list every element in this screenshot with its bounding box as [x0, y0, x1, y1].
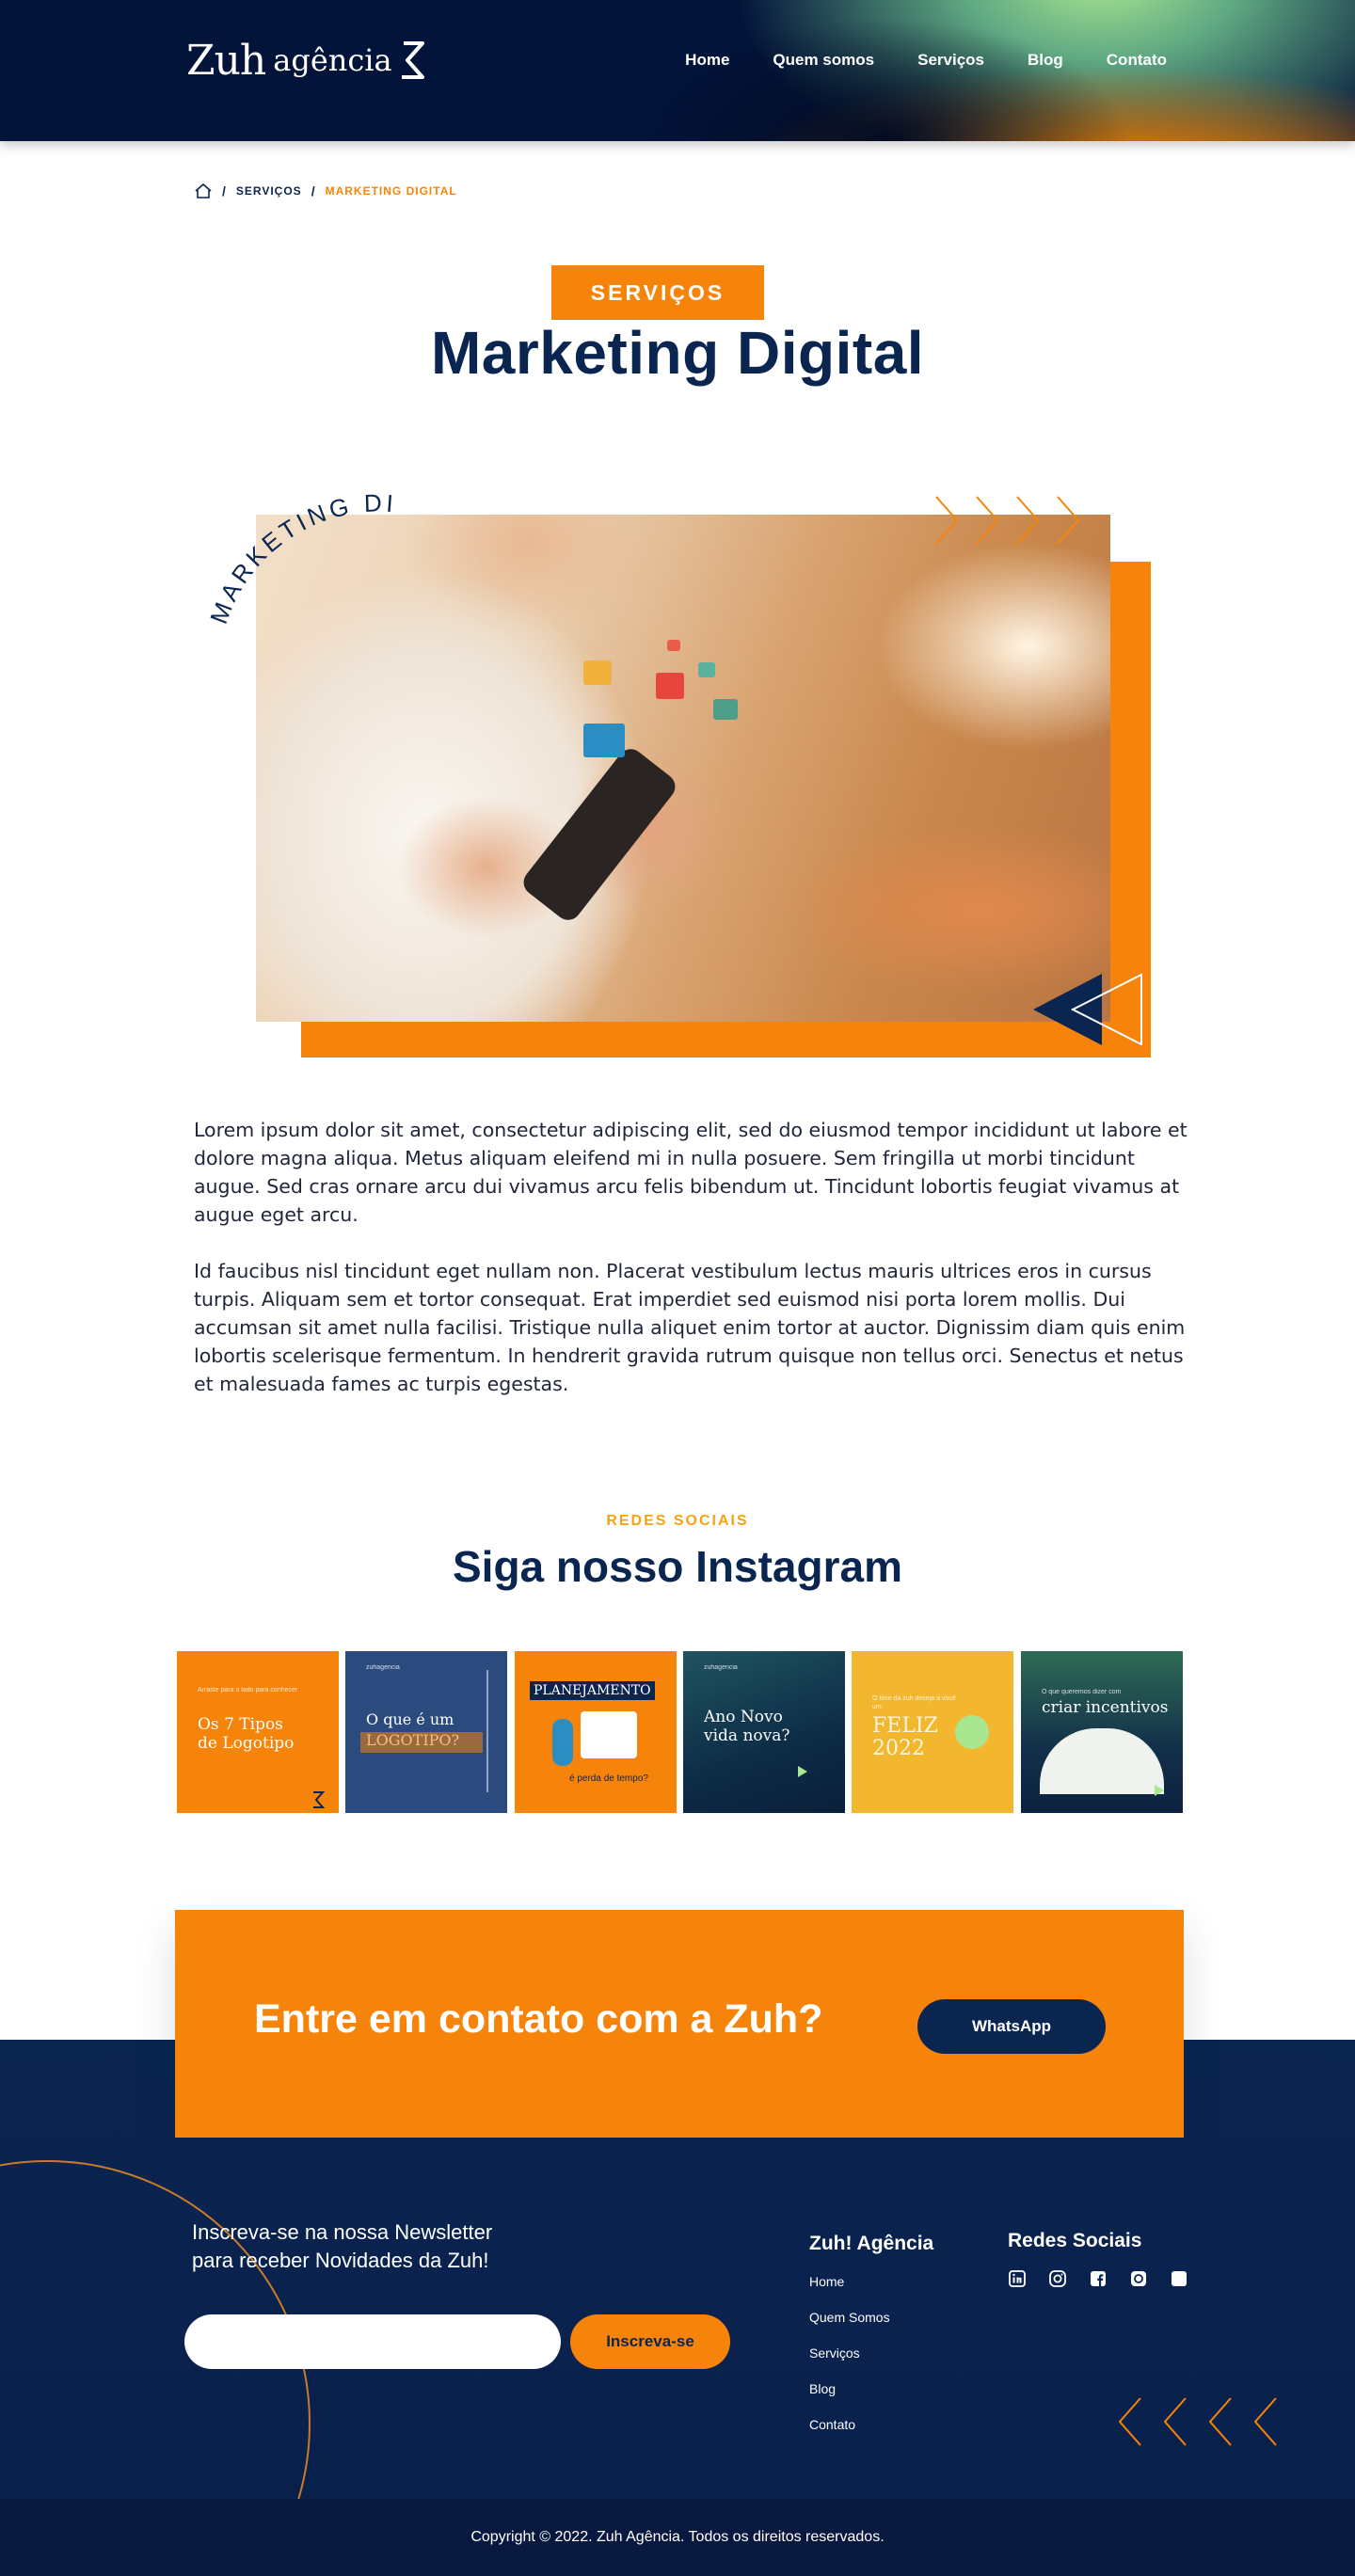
instagram-post[interactable]: O que queremos dizer com criar incentivo…	[1021, 1651, 1183, 1813]
play-icon	[798, 1766, 807, 1777]
nav-quem-somos[interactable]: Quem somos	[773, 51, 874, 70]
footer-nav-title: Zuh! Agência	[809, 2233, 934, 2254]
footer-nav: Zuh! Agência Home Quem Somos Serviços Bl…	[809, 2233, 933, 2451]
nav-contato[interactable]: Contato	[1107, 51, 1167, 70]
footer-link-quem-somos[interactable]: Quem Somos	[809, 2308, 933, 2344]
play-icon	[1155, 1785, 1164, 1796]
instagram-icon[interactable]	[1048, 2269, 1066, 2287]
footer-link-blog[interactable]: Blog	[809, 2379, 933, 2415]
nav-blog[interactable]: Blog	[1028, 51, 1063, 70]
footer-link-home[interactable]: Home	[809, 2272, 933, 2308]
instagram-post[interactable]: Arraste para o lado para conhecer Os 7 T…	[177, 1651, 339, 1813]
instagram-post[interactable]: zuhagencia Ano Novo vida nova?	[683, 1651, 845, 1813]
newsletter-email-input[interactable]	[184, 2314, 561, 2369]
footer-social-title: Redes Sociais	[1008, 2230, 1142, 2251]
cta-title: Entre em contato com a Zuh?	[254, 1996, 823, 2042]
breadcrumb-servicos[interactable]: SERVIÇOS	[236, 184, 302, 198]
svg-text:MARKETING DIGITAL: MARKETING DIGITAL	[198, 447, 398, 628]
nav-home[interactable]: Home	[685, 51, 729, 70]
logo-mark-icon	[401, 41, 424, 79]
curved-label-text: MARKETING DIGITAL	[198, 447, 394, 628]
chat-icon	[698, 662, 715, 677]
breadcrumb: / SERVIÇOS / MARKETING DIGITAL	[194, 183, 457, 199]
home-icon[interactable]	[194, 183, 213, 199]
pinterest-icon[interactable]	[1129, 2269, 1147, 2287]
contact-cta: Entre em contato com a Zuh? WhatsApp	[175, 1910, 1184, 2138]
breadcrumb-current: MARKETING DIGITAL	[325, 184, 457, 198]
newsletter-subscribe-button[interactable]: Inscreva-se	[570, 2314, 730, 2369]
body-paragraph: Id faucibus nisl tincidunt eget nullam n…	[194, 1260, 1186, 1395]
logo-wordmark: Zuh	[186, 36, 266, 85]
breadcrumb-separator: /	[222, 183, 227, 199]
instagram-title: Siga nosso Instagram	[452, 1542, 902, 1591]
footer-link-servicos[interactable]: Serviços	[809, 2344, 933, 2379]
linkedin-icon[interactable]	[1008, 2269, 1026, 2287]
instagram-kicker: REDES SOCIAIS	[606, 1513, 749, 1529]
notification-icon	[667, 640, 680, 651]
triangle-decoration-icon	[1033, 973, 1142, 1045]
mail-icon	[583, 724, 625, 757]
newsletter-line: Inscreva-se na nossa Newsletter	[192, 2220, 493, 2244]
instagram-post[interactable]: PLANEJAMENTO é perda de tempo?	[515, 1651, 677, 1813]
main-nav: Home Quem somos Serviços Blog Contato	[642, 51, 1167, 70]
body-paragraph: Lorem ipsum dolor sit amet, consectetur …	[194, 1119, 1188, 1226]
heart-icon	[656, 673, 684, 699]
logo-wordmark-suffix: agência	[273, 42, 392, 78]
brand-logo[interactable]: Zuh agência	[186, 34, 426, 87]
footer-link-contato[interactable]: Contato	[809, 2415, 933, 2451]
footer-social: Redes Sociais	[1008, 2230, 1188, 2287]
behance-icon[interactable]	[1170, 2269, 1188, 2287]
site-header: Zuh agência Home Quem somos Serviços Blo…	[0, 0, 1355, 141]
facebook-icon[interactable]	[1089, 2269, 1107, 2287]
curved-label: MARKETING DIGITAL	[198, 447, 398, 628]
nav-servicos[interactable]: Serviços	[917, 51, 984, 70]
chevron-right-icon	[935, 496, 1080, 545]
breadcrumb-separator: /	[311, 183, 316, 199]
newsletter-line: para receber Novidades da Zuh!	[192, 2249, 489, 2272]
copyright: Copyright © 2022. Zuh Agência. Todos os …	[0, 2499, 1355, 2576]
chevron-left-icon	[1118, 2397, 1277, 2446]
whatsapp-button[interactable]: WhatsApp	[917, 1999, 1106, 2054]
logo-mark-icon	[313, 1791, 326, 1808]
instagram-post[interactable]: zuhagencia O que é um LOGOTIPO?	[345, 1651, 507, 1813]
page-title: Marketing Digital	[430, 319, 925, 387]
social-notification-icon	[583, 660, 612, 685]
instagram-post[interactable]: O time da zuh deseja a você um FELIZ 202…	[852, 1651, 1013, 1813]
play-icon	[713, 699, 738, 720]
section-pill: SERVIÇOS	[551, 265, 764, 320]
newsletter-text: Inscreva-se na nossa Newsletter para rec…	[192, 2218, 492, 2275]
